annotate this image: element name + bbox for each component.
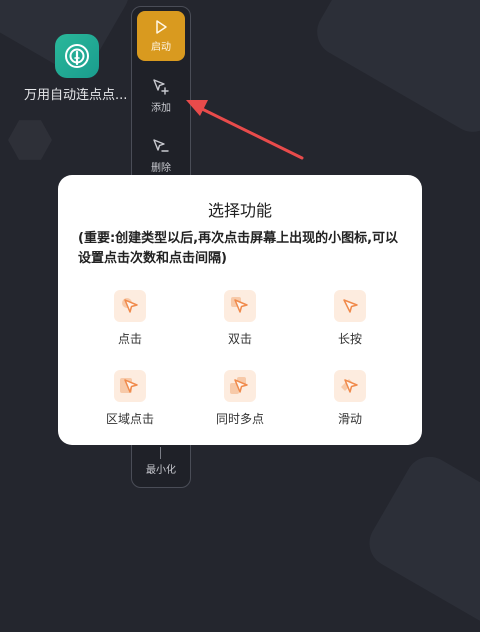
long-press-cursor-icon [334, 290, 366, 322]
function-label: 长按 [337, 332, 362, 346]
delete-button[interactable]: 删除 [137, 131, 185, 181]
function-label: 点击 [117, 332, 142, 346]
background-shape [308, 0, 480, 141]
cursor-plus-icon [153, 79, 169, 95]
add-label: 添加 [151, 103, 171, 114]
delete-label: 删除 [151, 163, 171, 174]
fingerprint-icon [65, 44, 89, 68]
app-label: 万用自动连点点... [24, 88, 128, 103]
area-tap-cursor-icon [114, 370, 146, 402]
function-tap[interactable]: 点击 [90, 290, 170, 350]
select-function-dialog: 选择功能 (重要:创建类型以后,再次点击屏幕上出现的小图标,可以设置点击次数和点… [58, 175, 422, 445]
play-icon [156, 20, 167, 34]
background-hexagon [8, 120, 52, 160]
function-label: 滑动 [337, 412, 362, 426]
double-tap-cursor-icon [224, 290, 256, 322]
add-button[interactable]: 添加 [137, 71, 185, 121]
function-double-tap[interactable]: 双击 [200, 290, 280, 350]
swipe-cursor-icon [334, 370, 366, 402]
function-label: 同时多点 [215, 412, 264, 426]
function-swipe[interactable]: 滑动 [310, 370, 390, 430]
cursor-minus-icon [153, 139, 169, 152]
start-button[interactable]: 启动 [137, 11, 185, 61]
tap-cursor-icon [114, 290, 146, 322]
background-shape [360, 448, 480, 632]
dialog-title: 选择功能 [207, 201, 272, 220]
app-icon[interactable] [55, 34, 99, 78]
dialog-note: (重要:创建类型以后,再次点击屏幕上出现的小图标,可以设置点击次数和点击间隔) [78, 231, 399, 266]
multi-point-cursor-icon [224, 370, 256, 402]
function-long-press[interactable]: 长按 [310, 290, 390, 350]
function-multi-point[interactable]: 同时多点 [200, 370, 280, 430]
function-label: 双击 [227, 332, 252, 346]
function-area-tap[interactable]: 区域点击 [90, 370, 170, 430]
minimize-label: 最小化 [146, 464, 176, 476]
minimize-button[interactable]: 最小化 [137, 453, 185, 483]
function-label: 区域点击 [105, 412, 154, 426]
start-label: 启动 [151, 42, 171, 53]
